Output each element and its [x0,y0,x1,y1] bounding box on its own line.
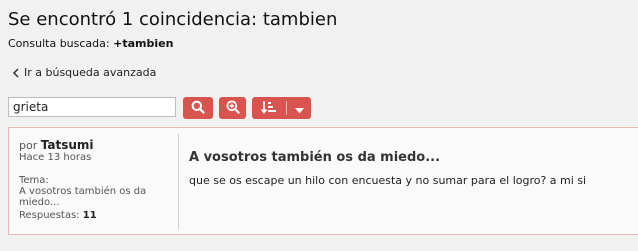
topic-label: Tema: [19,175,49,186]
search-icon [191,99,205,118]
topic-link[interactable]: A vosotros también os da miedo... [19,186,171,208]
replies-count: Respuestas: 11 [19,210,97,221]
result-timestamp: Hace 13 horas [19,152,92,163]
advanced-search-label: Ir a búsqueda avanzada [24,66,157,79]
by-label: por [19,139,38,152]
sort-icon [260,99,277,118]
result-post-excerpt: que se os escape un hilo con encuesta y … [189,174,587,187]
sort-options-caret[interactable] [287,97,311,119]
replies-value: 11 [82,210,97,221]
author-link[interactable]: Tatsumi [41,138,94,152]
result-divider [178,134,179,229]
advanced-search-link[interactable]: Ir a búsqueda avanzada [12,66,156,79]
result-post-title[interactable]: A vosotros también os da miedo... [189,150,440,165]
zoom-in-icon [226,99,240,118]
chevron-left-icon [12,67,24,78]
search-input[interactable] [8,97,176,117]
query-value: +tambien [113,37,174,50]
search-result: por Tatsumi Hace 13 horas Tema: A vosotr… [8,127,638,235]
result-meta: por Tatsumi Hace 13 horas Tema: A vosotr… [9,128,178,234]
sort-dropdown-button[interactable] [252,97,311,119]
search-query-summary: Consulta buscada: +tambien [8,37,173,50]
caret-down-icon [294,99,304,118]
query-label: Consulta buscada: [8,37,110,50]
replies-label: Respuestas: [19,210,80,221]
search-button[interactable] [183,97,213,119]
sort-order-toggle[interactable] [252,97,286,119]
zoom-search-button[interactable] [219,97,246,119]
result-author-line: por Tatsumi [19,138,94,152]
page-title: Se encontró 1 coincidencia: tambien [8,9,338,30]
